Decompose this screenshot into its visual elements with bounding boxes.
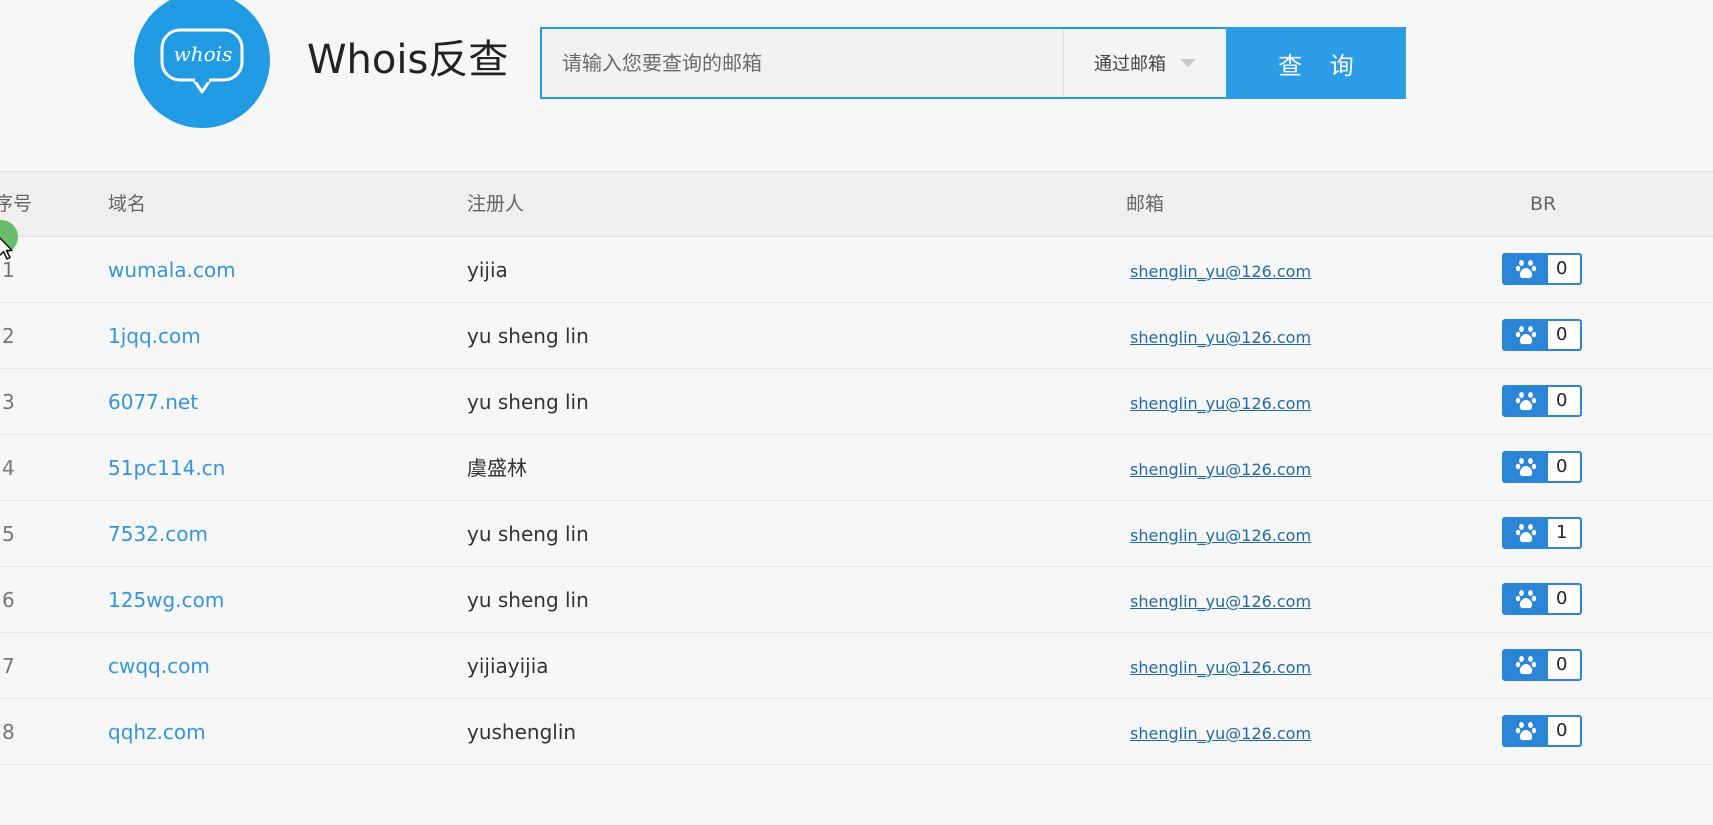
column-header-domain: 域名 [108,193,147,215]
email-link[interactable]: shenglin_yu@126.com [1130,701,1311,767]
registrant-name: yijiayijia [467,654,549,678]
baidu-paw-icon [1504,717,1548,745]
domain-link[interactable]: qqhz.com [108,699,206,765]
table-row: 2 1jqq.com yu sheng lin shenglin_yu@126.… [0,303,1713,369]
email-link[interactable]: shenglin_yu@126.com [1130,503,1311,569]
page-title: Whois反查 [307,37,509,83]
domain-link[interactable]: 51pc114.cn [108,435,225,501]
table-row: 7 cwqq.com yijiayijia shenglin_yu@126.co… [0,633,1713,699]
baidu-paw-icon [1504,255,1548,283]
search-type-label: 通过邮箱 [1094,54,1166,75]
search-type-dropdown[interactable]: 通过邮箱 [1063,29,1228,97]
br-badge[interactable]: 0 [1502,319,1582,351]
caret-down-icon [1180,59,1196,67]
baidu-paw-icon [1504,519,1548,547]
registrant-name: yu sheng lin [467,588,589,612]
column-header-registrant: 注册人 [467,193,525,215]
baidu-paw-icon [1504,453,1548,481]
br-value: 1 [1556,522,1568,543]
row-number: 8 [2,720,15,744]
registrant-name: yijia [467,258,508,282]
br-value: 0 [1556,390,1568,411]
br-value: 0 [1556,258,1568,279]
br-badge[interactable]: 0 [1502,649,1582,681]
email-link[interactable]: shenglin_yu@126.com [1130,635,1311,701]
registrant-name: yu sheng lin [467,522,589,546]
search-input[interactable] [542,29,1063,97]
column-header-br: BR [1530,193,1557,215]
email-link[interactable]: shenglin_yu@126.com [1130,569,1311,635]
br-badge[interactable]: 0 [1502,715,1582,747]
br-badge[interactable]: 0 [1502,385,1582,417]
baidu-paw-icon [1504,387,1548,415]
table-row: 4 51pc114.cn 虞盛林 shenglin_yu@126.com 0 [0,435,1713,501]
table-row: 1 wumala.com yijia shenglin_yu@126.com 0 [0,237,1713,303]
br-value: 0 [1556,456,1568,477]
registrant-name: yushenglin [467,720,577,744]
br-value: 0 [1556,324,1568,345]
baidu-paw-icon [1504,321,1548,349]
br-badge[interactable]: 0 [1502,583,1582,615]
whois-logo: whois [134,0,270,128]
results-table: 序号 域名 注册人 邮箱 BR 1 wumala.com yijia sheng… [0,171,1713,765]
br-badge[interactable]: 0 [1502,451,1582,483]
domain-link[interactable]: 125wg.com [108,567,224,633]
br-badge[interactable]: 1 [1502,517,1582,549]
row-number: 4 [2,456,15,480]
row-number: 2 [2,324,15,348]
email-link[interactable]: shenglin_yu@126.com [1130,305,1311,371]
table-row: 8 qqhz.com yushenglin shenglin_yu@126.co… [0,699,1713,765]
br-value: 0 [1556,654,1568,675]
baidu-paw-icon [1504,651,1548,679]
domain-link[interactable]: 7532.com [108,501,208,567]
email-link[interactable]: shenglin_yu@126.com [1130,371,1311,437]
table-row: 5 7532.com yu sheng lin shenglin_yu@126.… [0,501,1713,567]
row-number: 6 [2,588,15,612]
registrant-name: 虞盛林 [467,456,527,480]
br-value: 0 [1556,588,1568,609]
domain-link[interactable]: 6077.net [108,369,198,435]
baidu-paw-icon [1504,585,1548,613]
row-number: 7 [2,654,15,678]
registrant-name: yu sheng lin [467,390,589,414]
domain-link[interactable]: cwqq.com [108,633,210,699]
column-header-email: 邮箱 [1126,193,1165,215]
row-number: 5 [2,522,15,546]
mouse-pointer-icon [0,236,13,260]
br-value: 0 [1556,720,1568,741]
logo-text: whois [173,42,233,66]
email-link[interactable]: shenglin_yu@126.com [1130,239,1311,305]
table-row: 6 125wg.com yu sheng lin shenglin_yu@126… [0,567,1713,633]
domain-link[interactable]: wumala.com [108,237,236,303]
table-row: 3 6077.net yu sheng lin shenglin_yu@126.… [0,369,1713,435]
search-button[interactable]: 查 询 [1226,27,1406,99]
search-box: 通过邮箱 [540,27,1228,99]
row-number: 3 [2,390,15,414]
domain-link[interactable]: 1jqq.com [108,303,201,369]
br-badge[interactable]: 0 [1502,253,1582,285]
table-header: 序号 域名 注册人 邮箱 BR [0,171,1713,237]
email-link[interactable]: shenglin_yu@126.com [1130,437,1311,503]
registrant-name: yu sheng lin [467,324,589,348]
